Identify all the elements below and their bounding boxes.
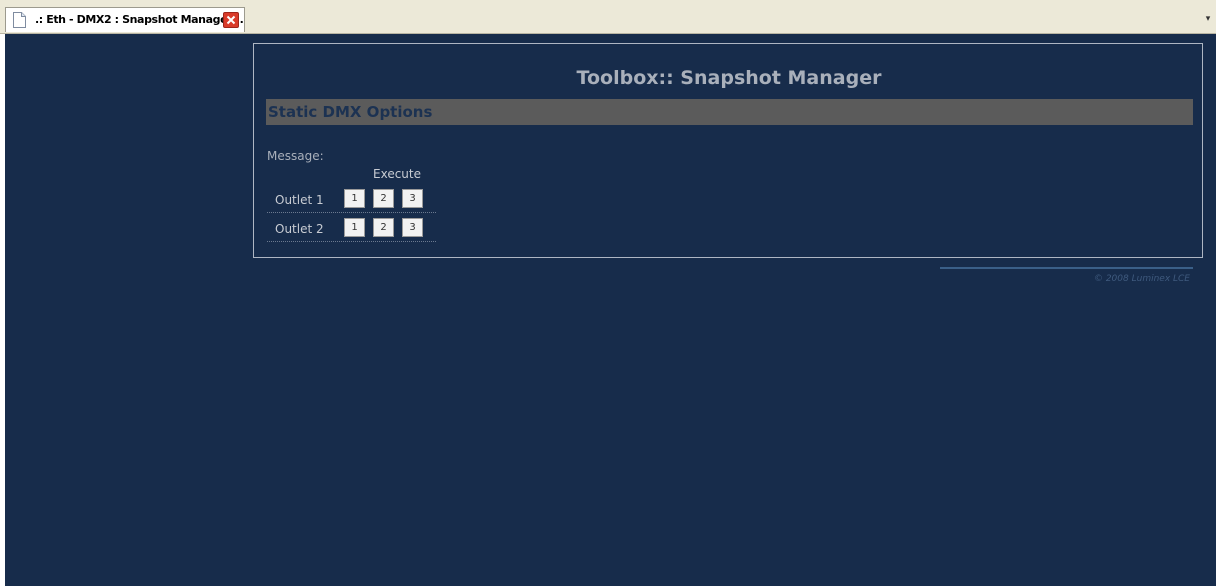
snapshot-manager-panel: Toolbox:: Snapshot Manager Static DMX Op… xyxy=(253,43,1203,258)
browser-tab-strip: .: Eth - DMX2 : Snapshot Manager :. ▾ xyxy=(0,0,1216,34)
outlet-label: Outlet 2 xyxy=(275,222,324,236)
close-icon[interactable] xyxy=(223,12,239,28)
outlet-1-snapshot-3-button[interactable]: 3 xyxy=(402,189,423,208)
outlet-2-snapshot-3-button[interactable]: 3 xyxy=(402,218,423,237)
section-header: Static DMX Options xyxy=(266,99,1193,125)
page-title: Toolbox:: Snapshot Manager xyxy=(576,67,882,89)
page-icon xyxy=(13,12,26,28)
footer-divider xyxy=(940,267,1193,269)
section-title: Static DMX Options xyxy=(268,103,433,121)
outlet-row-2: Outlet 2 1 2 3 xyxy=(267,217,436,242)
page-viewport: Toolbox:: Snapshot Manager Static DMX Op… xyxy=(5,34,1216,586)
outlet-1-snapshot-2-button[interactable]: 2 xyxy=(373,189,394,208)
browser-tab[interactable]: .: Eth - DMX2 : Snapshot Manager :. xyxy=(5,7,245,32)
outlet-1-snapshot-1-button[interactable]: 1 xyxy=(344,189,365,208)
chevron-down-icon[interactable]: ▾ xyxy=(1200,7,1216,32)
outlet-row-1: Outlet 1 1 2 3 xyxy=(267,188,436,213)
outlet-label: Outlet 1 xyxy=(275,193,324,207)
outlet-2-snapshot-1-button[interactable]: 1 xyxy=(344,218,365,237)
tab-title: .: Eth - DMX2 : Snapshot Manager :. xyxy=(35,13,244,26)
execute-header: Execute xyxy=(373,167,421,181)
message-label: Message: xyxy=(267,149,324,163)
footer-copyright: © 2008 Luminex LCE xyxy=(1093,274,1190,284)
outlet-2-snapshot-2-button[interactable]: 2 xyxy=(373,218,394,237)
